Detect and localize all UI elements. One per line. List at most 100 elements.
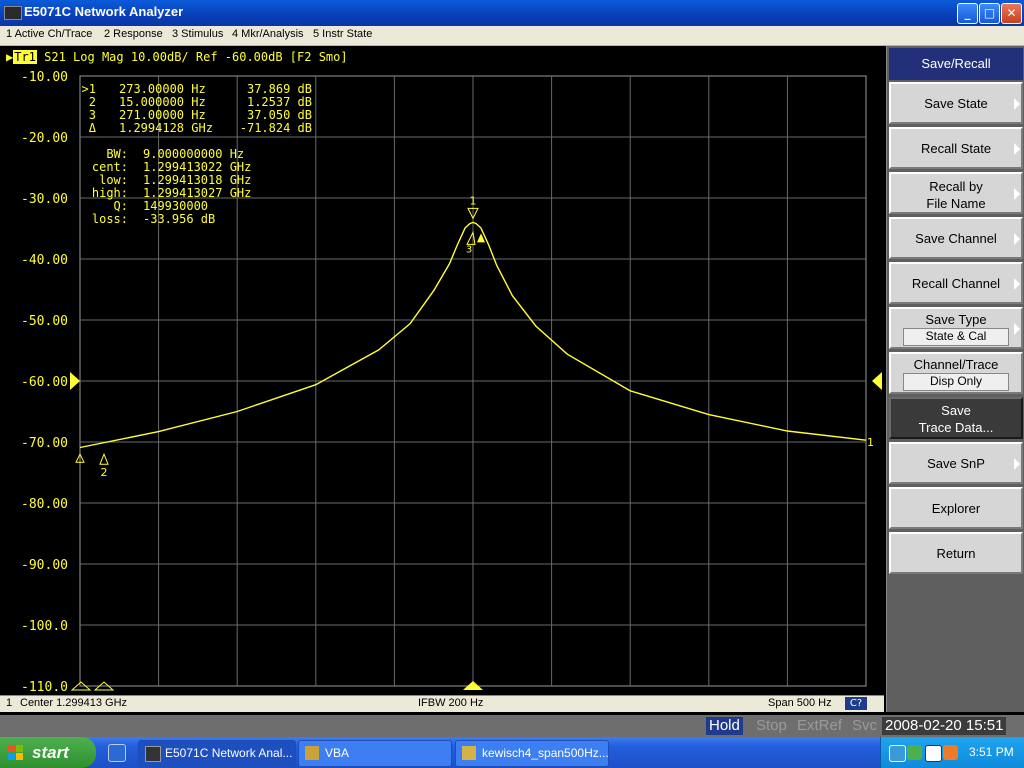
status-ifbw: IFBW 200 Hz [418,697,484,709]
start-label: start [32,743,69,762]
marker-readout-x: 1.2994128 GHz [119,121,213,135]
marker-readout-x: 273.00000 Hz [119,82,206,96]
task-label: kewisch4_span500Hz... [482,746,609,760]
task-vba[interactable]: VBA [298,740,452,767]
trace-header: ▶Tr1 S21 Log Mag 10.00dB/ Ref -60.00dB [… [6,50,348,64]
save-type-button[interactable]: Save Type State & Cal [889,307,1023,349]
system-tray: 3:51 PM [880,737,1024,768]
channel-trace-button[interactable]: Channel/Trace Disp Only [889,352,1023,394]
filter-stat-label: high: [92,186,128,200]
menu-mkr-analysis[interactable]: 4 Mkr/Analysis [232,28,304,40]
instrument-state-bar: Hold Stop ExtRef Svc 2008-02-20 15:51 [0,715,1024,737]
paint-app-icon [462,746,476,760]
save-snp-button[interactable]: Save SnP [889,442,1023,484]
filter-stat-value: 9.000000000 Hz [143,147,244,161]
help-icon[interactable] [889,745,906,762]
filter-stat-value: 1.299413022 GHz [143,160,251,174]
save-channel-button[interactable]: Save Channel [889,217,1023,259]
app-icon [4,6,22,20]
filter-stat-label: loss: [92,212,128,226]
stop-indicator: Stop [756,717,787,734]
channel-trace-value: Disp Only [903,373,1009,391]
filter-stat-label: low: [99,173,128,187]
submenu-arrow-icon [1014,143,1020,155]
analyzer-app-icon [145,746,161,762]
save-type-value: State & Cal [903,328,1009,346]
save-label: Save [941,403,971,418]
explorer-button[interactable]: Explorer [889,487,1023,529]
channel-trace-label: Channel/Trace [913,357,999,372]
filter-stat-label: Q: [114,199,128,213]
task-network-analyzer[interactable]: E5071C Network Anal... [138,740,296,767]
marker-label: 3 [466,244,472,255]
trace-data-label: Trace Data... [918,420,994,435]
maximize-button[interactable]: □ [979,3,1000,24]
network-icon[interactable] [907,745,922,760]
submenu-arrow-icon [1014,98,1020,110]
cal-status-badge: C? [845,697,867,710]
trace-chart: -10.00 -20.00 -30.00 -40.00 -50.00 -60.00 -70.… [21,70,882,695]
filter-stat-value: -33.956 dB [143,212,215,226]
status-center: Center 1.299413 GHz [20,697,128,709]
marker-readout-y: -71.824 dB [240,121,312,135]
status-channel: 1 [6,697,13,709]
menu-response[interactable]: 2 Response [104,28,163,40]
recall-by-file-name-button[interactable]: Recall by File Name [889,172,1023,214]
save-type-label: Save Type [925,312,987,327]
taskbar: start E5071C Network Anal... VBA kewisch… [0,737,1024,768]
start-button[interactable]: start [0,737,96,768]
marker-readout-y: 37.869 dB [247,82,312,96]
menu-stimulus[interactable]: 3 Stimulus [172,28,223,40]
menu-instr-state[interactable]: 5 Instr State [313,28,372,40]
marker-readout-id: 2 [89,95,96,109]
save-state-button[interactable]: Save State [889,82,1023,124]
y-tick-label: -40.00 [21,253,68,268]
reference-level-left-icon [70,372,80,390]
softkey-menu-title: Save/Recall [889,48,1023,80]
minimize-button[interactable]: _ [957,3,978,24]
save-state-label: Save State [924,96,988,111]
return-button[interactable]: Return [889,532,1023,574]
status-span: Span 500 Hz [768,697,832,709]
return-label: Return [936,546,976,561]
softkey-panel: Save/Recall Save State Recall State Reca… [886,46,1024,712]
y-tick-label: -30.00 [21,192,68,207]
ie-quicklaunch-icon[interactable] [108,744,126,762]
explorer-label: Explorer [931,501,981,516]
marker-readout-y: 1.2537 dB [247,95,312,109]
filter-stat-value: 1.299413027 GHz [143,186,251,200]
windows-flag-icon [8,745,24,761]
marker-label: 1 [470,194,477,207]
y-tick-label: -70.00 [21,436,68,451]
svc-indicator: Svc [852,717,878,734]
marker-readout-id: >1 [82,82,96,96]
ve-icon[interactable] [925,745,942,762]
trace-settings: S21 Log Mag 10.00dB/ Ref -60.00dB [F2 Sm… [44,50,348,64]
save-channel-label: Save Channel [915,231,997,246]
close-button[interactable]: ✕ [1001,3,1022,24]
system-clock: 3:51 PM [969,745,1014,759]
update-icon[interactable] [943,745,958,760]
save-trace-data-button[interactable]: Save Trace Data... [889,397,1023,439]
y-tick-label: -110.0 [21,680,68,695]
marker-readout-y: 37.050 dB [247,108,312,122]
save-snp-label: Save SnP [927,456,985,471]
task-kewisch[interactable]: kewisch4_span500Hz... [455,740,609,767]
y-tick-label: -90.00 [21,558,68,573]
task-label: E5071C Network Anal... [165,746,293,760]
trace-badge[interactable]: Tr1 [13,50,37,64]
filter-stat-value: 149930000 [143,199,208,213]
y-tick-label: -80.00 [21,497,68,512]
submenu-arrow-icon [1014,233,1020,245]
channel-status-bar: 1 Center 1.299413 GHz IFBW 200 Hz Span 5… [0,695,884,712]
title-bar: E5071C Network Analyzer _ □ ✕ [0,0,1024,26]
recall-channel-button[interactable]: Recall Channel [889,262,1023,304]
hold-indicator: Hold [706,717,743,735]
menu-active-ch-trace[interactable]: 1 Active Ch/Trace [6,28,92,40]
y-tick-label: -20.00 [21,131,68,146]
filter-stat-label: BW: [106,147,128,161]
recall-state-button[interactable]: Recall State [889,127,1023,169]
recall-by-label: Recall by [929,179,983,194]
recall-channel-label: Recall Channel [911,276,1001,291]
trace-end-label: 1 [867,436,874,449]
